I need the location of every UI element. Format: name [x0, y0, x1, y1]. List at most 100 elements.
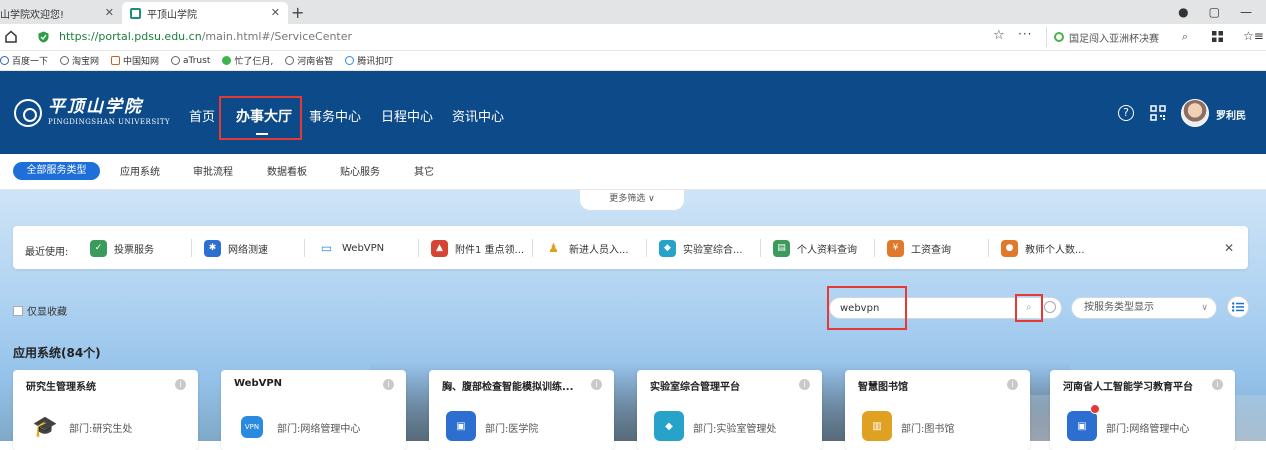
- qr-code-icon[interactable]: [1150, 105, 1166, 121]
- app-card[interactable]: 河南省人工智能学习教育平台 i ▣ 部门:网络管理中心: [1050, 370, 1235, 450]
- nav-news-center[interactable]: 资讯中心: [452, 106, 504, 125]
- list-view-toggle[interactable]: [1227, 296, 1249, 318]
- divider: [646, 239, 647, 257]
- app-card[interactable]: 胸、腹部检查智能模拟训练... i ▣ 部门:医学院: [429, 370, 614, 450]
- tab-approval[interactable]: 审批流程: [193, 163, 233, 178]
- recent-item[interactable]: ▭ WebVPN: [318, 239, 384, 257]
- browser-tab[interactable]: 山学院欢迎您! ✕: [0, 2, 122, 24]
- recent-item[interactable]: ✱ 网络测速: [204, 239, 268, 257]
- bookmark-item[interactable]: 中国知网: [111, 54, 159, 67]
- person-icon: ♟: [548, 241, 559, 255]
- lab-shield-icon: ◆: [659, 239, 676, 257]
- info-icon[interactable]: i: [799, 379, 810, 390]
- home-icon[interactable]: [5, 30, 17, 43]
- warning-icon: ▲: [431, 239, 448, 257]
- recent-item[interactable]: ¥ 工资查询: [887, 239, 951, 257]
- recent-item[interactable]: ▲ 附件1 重点领...: [431, 239, 524, 257]
- close-icon[interactable]: ✕: [1224, 241, 1234, 255]
- tab-dashboard[interactable]: 数据看板: [267, 163, 307, 178]
- info-icon[interactable]: i: [1212, 379, 1223, 390]
- star-icon[interactable]: ☆: [993, 28, 1005, 43]
- divider: [191, 239, 192, 257]
- divider: [874, 239, 875, 257]
- tab-app-systems[interactable]: 应用系统: [120, 163, 160, 178]
- info-icon[interactable]: i: [1007, 379, 1018, 390]
- help-icon[interactable]: ?: [1118, 105, 1134, 121]
- card-dept: 部门:实验室管理处: [693, 424, 777, 435]
- account-icon[interactable]: ●: [1178, 5, 1188, 19]
- bookmark-item[interactable]: 淘宝网: [60, 54, 99, 67]
- divider: [988, 239, 989, 257]
- divider: [760, 239, 761, 257]
- card-dept: 部门:图书馆: [901, 424, 955, 435]
- vote-icon: ✓: [90, 239, 107, 257]
- clear-icon[interactable]: [1044, 301, 1056, 313]
- minimize-icon[interactable]: —: [1240, 5, 1252, 19]
- chevron-down-icon: ∨: [648, 194, 655, 204]
- bookmark-item[interactable]: 百度一下: [0, 54, 48, 67]
- info-icon[interactable]: i: [383, 379, 394, 390]
- info-icon[interactable]: i: [591, 379, 602, 390]
- card-title: 智慧图书馆: [858, 382, 908, 393]
- emblem-icon: [14, 98, 42, 127]
- recent-item[interactable]: ▤ 个人资料查询: [773, 239, 857, 257]
- bookmark-item[interactable]: 河南省智: [285, 54, 333, 67]
- globe-icon: [285, 56, 295, 65]
- browser-tab-active[interactable]: 平顶山学院 ✕: [122, 2, 288, 24]
- close-icon[interactable]: ✕: [105, 6, 114, 19]
- favorites-only-checkbox[interactable]: 仅显收藏: [13, 303, 67, 318]
- shield-icon: [38, 31, 49, 43]
- recent-item[interactable]: ✓ 投票服务: [90, 239, 154, 257]
- tab-all-services[interactable]: 全部服务类型: [13, 162, 100, 180]
- app-card[interactable]: 智慧图书馆 i ▥ 部门:图书馆: [845, 370, 1030, 450]
- new-tab-icon[interactable]: +: [291, 3, 304, 22]
- paw-icon: [0, 56, 9, 65]
- more-icon[interactable]: ···: [1018, 27, 1032, 41]
- highlight-box: [1015, 294, 1043, 322]
- apps-grid-icon[interactable]: [1212, 31, 1223, 42]
- site-favicon-icon: [130, 7, 141, 19]
- app-card[interactable]: 研究生管理系统 i 🎓 部门:研究生处: [13, 370, 198, 450]
- bookmark-item[interactable]: 忙了仨月,: [222, 54, 273, 67]
- tab-care-services[interactable]: 贴心服务: [340, 163, 380, 178]
- checkbox-box[interactable]: [13, 305, 23, 316]
- university-logo[interactable]: 平顶山学院 PINGDINGSHAN UNIVERSITY: [14, 98, 170, 127]
- divider: [532, 239, 533, 257]
- highlight-box: [219, 96, 302, 140]
- recent-item[interactable]: ◆ 实验室综合...: [659, 239, 743, 257]
- restore-icon[interactable]: ▢: [1209, 5, 1220, 19]
- url-field[interactable]: https://portal.pdsu.edu.cn/main.html#/Se…: [59, 30, 352, 43]
- highlight-box: [827, 286, 907, 330]
- category-bar: [0, 154, 1266, 190]
- list-icon: [1232, 302, 1244, 312]
- vpn-icon: ▭: [320, 241, 333, 255]
- more-filter-button[interactable]: 更多筛选 ∨: [580, 190, 684, 210]
- tab-other[interactable]: 其它: [414, 163, 434, 178]
- search-icon[interactable]: ⌕: [1182, 30, 1188, 44]
- nav-affairs-center[interactable]: 事务中心: [309, 106, 361, 125]
- info-icon[interactable]: i: [175, 379, 186, 390]
- app-card[interactable]: WebVPN i VPN 部门:网络管理中心: [221, 370, 406, 450]
- app-card[interactable]: 实验室综合管理平台 i ◆ 部门:实验室管理处: [637, 370, 822, 450]
- recent-item[interactable]: ♟ 新进人员入...: [545, 239, 628, 257]
- card-title: 研究生管理系统: [26, 382, 96, 393]
- user-name[interactable]: 罗利民: [1216, 107, 1246, 122]
- card-dept: 部门:研究生处: [69, 424, 133, 435]
- service-type-select[interactable]: 按服务类型显示 ∨: [1071, 297, 1217, 319]
- bookmark-item[interactable]: 腾讯扣叮: [345, 54, 393, 67]
- nav-schedule-center[interactable]: 日程中心: [381, 106, 433, 125]
- favorites-icon[interactable]: ☆≡: [1243, 29, 1264, 43]
- avatar[interactable]: [1181, 99, 1209, 127]
- bookmark-item[interactable]: aTrust: [171, 56, 210, 66]
- globe-icon: [171, 56, 181, 65]
- ai-learning-icon: ▣: [1067, 411, 1097, 441]
- card-dept: 部门:网络管理中心: [277, 424, 361, 435]
- close-icon[interactable]: ✕: [271, 6, 280, 19]
- recent-item[interactable]: ● 教师个人数...: [1001, 239, 1085, 257]
- speed-test-icon: ✱: [204, 239, 221, 257]
- nav-home[interactable]: 首页: [189, 106, 215, 125]
- browser-search-box[interactable]: 国足闯入亚洲杯决赛 ⌕: [1046, 27, 1198, 47]
- window-controls: ● ▢ —: [1178, 0, 1266, 24]
- divider: [304, 239, 305, 257]
- medical-training-icon: ▣: [446, 411, 476, 441]
